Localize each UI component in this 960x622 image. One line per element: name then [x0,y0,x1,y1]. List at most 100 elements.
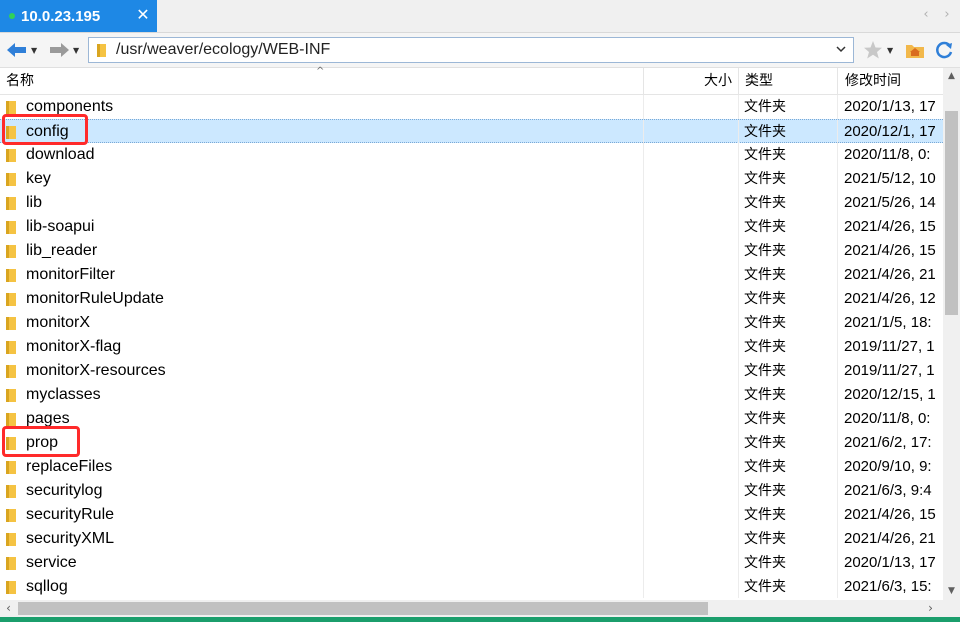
file-row[interactable]: sqllog 文件夹 2021/6/3, 15: [0,575,943,598]
column-separator [837,551,838,575]
column-header-size[interactable]: 大小 [643,68,738,94]
address-toolbar: ▼ ▼ /usr/weaver/ecology/WEB-INF ▼ [0,33,960,68]
back-history-dropdown-icon[interactable]: ▼ [31,46,37,55]
file-type: 文件夹 [744,531,786,547]
connection-status-icon [9,13,15,19]
column-separator [837,359,838,383]
column-separator [738,575,739,598]
column-separator [837,215,838,239]
file-name: monitorX-resources [26,362,166,379]
file-row[interactable]: monitorX-resources 文件夹 2019/11/27, 1 [0,359,943,383]
column-separator [738,95,739,119]
column-separator [738,215,739,239]
file-modified: 2019/11/27, 1 [844,362,935,379]
scroll-down-icon[interactable]: ▼ [943,583,960,600]
folder-icon [6,101,16,114]
folder-icon [6,485,16,498]
column-separator [738,335,739,359]
file-row[interactable]: lib 文件夹 2021/5/26, 14 [0,191,943,215]
column-separator [738,383,739,407]
column-separator [643,143,644,167]
file-row[interactable]: monitorFilter 文件夹 2021/4/26, 21 [0,263,943,287]
arrow-right-icon [50,43,69,57]
column-separator [643,95,644,119]
file-row[interactable]: securityRule 文件夹 2021/4/26, 15 [0,503,943,527]
file-modified: 2021/6/3, 9:4 [844,482,932,499]
column-separator [738,455,739,479]
chevron-down-icon[interactable] [835,43,847,55]
column-separator [837,167,838,191]
file-modified: 2020/11/8, 0: [844,410,931,427]
sort-ascending-icon: ^ [316,66,325,77]
file-type: 文件夹 [744,435,786,451]
folder-icon [6,221,16,234]
horizontal-scrollbar[interactable]: ‹ › [0,600,943,617]
file-name: lib-soapui [26,218,95,235]
scrollbar-corner [943,600,960,617]
refresh-icon[interactable] [933,39,955,61]
column-separator [837,527,838,551]
file-row[interactable]: myclasses 文件夹 2020/12/15, 1 [0,383,943,407]
column-separator [837,287,838,311]
folder-icon [6,341,16,354]
column-separator [738,311,739,335]
file-row[interactable]: prop 文件夹 2021/6/2, 17: [0,431,943,455]
file-type: 文件夹 [744,315,786,331]
vertical-scrollbar[interactable]: ▲ ▼ [943,68,960,600]
column-separator [837,407,838,431]
folder-icon [6,365,16,378]
folder-icon [6,557,16,570]
file-modified: 2021/4/26, 21 [844,530,936,547]
file-row[interactable]: monitorX 文件夹 2021/1/5, 18: [0,311,943,335]
star-icon[interactable] [862,39,884,61]
scroll-up-icon[interactable]: ▲ [943,68,960,85]
file-row[interactable]: replaceFiles 文件夹 2020/9/10, 9: [0,455,943,479]
column-header-modified[interactable]: 修改时间 [837,68,943,94]
home-folder-icon[interactable] [904,39,926,61]
file-type: 文件夹 [744,147,786,163]
tab-scroll-left-icon[interactable]: ‹ [919,8,933,22]
column-header-type[interactable]: 类型 [738,68,837,94]
column-separator [643,239,644,263]
column-separator [643,503,644,527]
vertical-scroll-thumb[interactable] [945,111,958,315]
forward-history-dropdown-icon[interactable]: ▼ [73,46,79,55]
tab-scroll-right-icon[interactable]: › [940,8,954,22]
file-row[interactable]: config 文件夹 2020/12/1, 17 [0,119,943,144]
file-row[interactable]: key 文件夹 2021/5/12, 10 [0,167,943,191]
scroll-right-icon[interactable]: › [922,600,939,617]
folder-icon [6,461,16,474]
horizontal-scroll-thumb[interactable] [18,602,708,615]
column-separator [643,527,644,551]
file-name: replaceFiles [26,458,113,475]
back-button[interactable]: ▼ [6,39,37,61]
folder-icon [6,269,16,282]
file-row[interactable]: lib_reader 文件夹 2021/4/26, 15 [0,239,943,263]
file-row[interactable]: securitylog 文件夹 2021/6/3, 9:4 [0,479,943,503]
file-row[interactable]: pages 文件夹 2020/11/8, 0: [0,407,943,431]
file-modified: 2021/5/12, 10 [844,170,936,187]
column-separator [837,311,838,335]
file-name: monitorX-flag [26,338,122,355]
column-separator [738,120,739,144]
bookmark-dropdown-icon[interactable]: ▼ [887,46,893,55]
column-separator [738,527,739,551]
file-row[interactable]: download 文件夹 2020/11/8, 0: [0,143,943,167]
tab-title: 10.0.23.195 [21,7,101,25]
file-row[interactable]: monitorRuleUpdate 文件夹 2021/4/26, 12 [0,287,943,311]
column-separator [643,455,644,479]
file-row[interactable]: monitorX-flag 文件夹 2019/11/27, 1 [0,335,943,359]
close-tab-icon[interactable]: ✕ [135,7,151,23]
file-row[interactable]: lib-soapui 文件夹 2021/4/26, 15 [0,215,943,239]
file-row[interactable]: securityXML 文件夹 2021/4/26, 21 [0,527,943,551]
folder-icon [6,413,16,426]
file-type: 文件夹 [744,411,786,427]
file-row[interactable]: service 文件夹 2020/1/13, 17 [0,551,943,575]
forward-button[interactable]: ▼ [48,39,79,61]
scroll-left-icon[interactable]: ‹ [0,600,17,617]
column-separator [643,167,644,191]
file-type: 文件夹 [744,507,786,523]
path-input[interactable]: /usr/weaver/ecology/WEB-INF [88,37,854,63]
file-row[interactable]: components 文件夹 2020/1/13, 17 [0,95,943,119]
tab-session[interactable]: 10.0.23.195 ✕ [0,0,157,32]
